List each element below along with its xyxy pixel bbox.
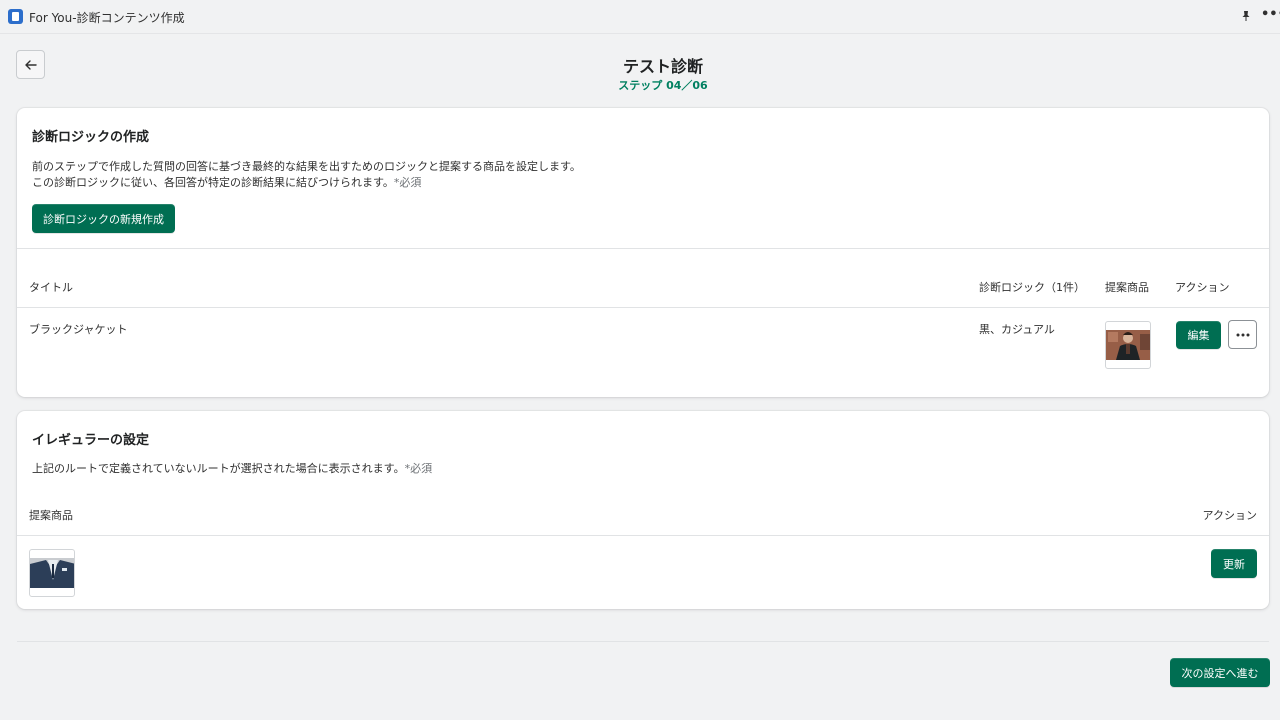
more-options-icon[interactable]: ••• — [1261, 7, 1280, 22]
pin-icon[interactable] — [1240, 10, 1252, 22]
column-header-product: 提案商品 — [1105, 281, 1149, 294]
table-header-divider — [17, 535, 1269, 536]
irregular-description: 上記のルートで定義されていないルートが選択された場合に表示されます。*必須 — [32, 461, 432, 477]
column-header-logic: 診断ロジック（1件） — [979, 281, 1085, 294]
column-header-title: タイトル — [29, 281, 73, 294]
logic-heading: 診断ロジックの作成 — [32, 130, 150, 145]
column-header-product: 提案商品 — [29, 509, 73, 522]
row-more-button[interactable] — [1228, 320, 1257, 349]
footer-divider — [17, 641, 1269, 642]
irregular-heading: イレギュラーの設定 — [32, 433, 150, 448]
required-mark: *必須 — [404, 462, 433, 475]
irregular-card: イレギュラーの設定 上記のルートで定義されていないルートが選択された場合に表示さ… — [17, 411, 1269, 609]
ellipsis-icon — [1236, 333, 1249, 336]
logic-card: 診断ロジックの作成 前のステップで作成した質問の回答に基づき最終的な結果を出すた… — [17, 108, 1269, 397]
row-logic: 黒、カジュアル — [979, 323, 1055, 336]
page-title: テスト診断 — [622, 57, 703, 76]
logic-description-line1: 前のステップで作成した質問の回答に基づき最終的な結果を出すためのロジックと提案す… — [32, 160, 581, 173]
window-titlebar: For You-診断コンテンツ作成 ••• — [0, 0, 1280, 34]
app-title: For You-診断コンテンツ作成 — [29, 11, 185, 25]
app-icon — [8, 9, 23, 24]
table-header-divider — [17, 307, 1269, 308]
column-header-action: アクション — [1175, 281, 1230, 294]
section-divider — [17, 248, 1269, 249]
product-thumbnail[interactable] — [1105, 321, 1151, 369]
edit-button[interactable]: 編集 — [1176, 321, 1221, 349]
row-title: ブラックジャケット — [29, 323, 128, 336]
irregular-description-text: 上記のルートで定義されていないルートが選択された場合に表示されます。 — [32, 462, 405, 475]
product-image-man-black-jacket — [1106, 330, 1150, 360]
logic-description-line2: この診断ロジックに従い、各回答が特定の診断結果に結びつけられます。 — [32, 176, 394, 189]
product-image-man-navy-suit — [30, 558, 74, 588]
logic-description: 前のステップで作成した質問の回答に基づき最終的な結果を出すためのロジックと提案す… — [32, 159, 581, 191]
irregular-product-thumbnail[interactable] — [29, 549, 75, 597]
create-logic-button[interactable]: 診断ロジックの新規作成 — [32, 204, 175, 233]
update-button[interactable]: 更新 — [1211, 549, 1257, 578]
next-step-button[interactable]: 次の設定へ進む — [1170, 658, 1270, 687]
required-mark: *必須 — [393, 176, 422, 189]
step-indicator: ステップ 04／06 — [618, 79, 708, 92]
column-header-action: アクション — [1202, 509, 1257, 522]
